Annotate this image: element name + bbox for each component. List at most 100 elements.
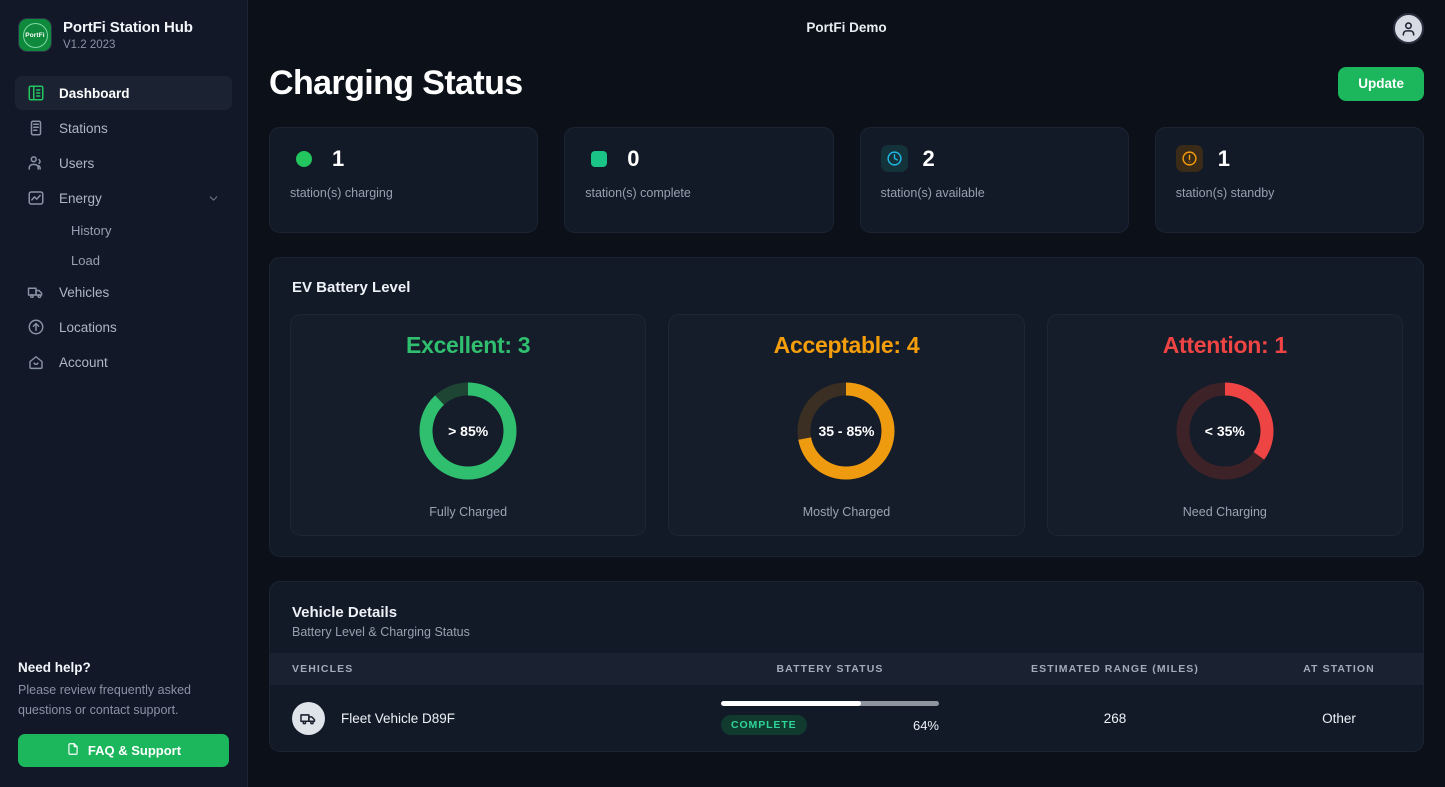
vehicle-details-subtitle: Battery Level & Charging Status — [292, 625, 1401, 639]
sidebar-subitem-load[interactable]: Load — [15, 245, 232, 275]
vehicle-details-header: Vehicle Details Battery Level & Charging… — [270, 582, 1423, 653]
vehicle-cell: Fleet Vehicle D89F — [292, 702, 685, 735]
sidebar-item-dashboard[interactable]: Dashboard — [15, 76, 232, 110]
topbar: PortFi Demo — [248, 0, 1445, 54]
stat-value: 0 — [627, 146, 639, 172]
update-button[interactable]: Update — [1338, 67, 1424, 101]
battery-progress-fill — [721, 701, 861, 706]
stat-icon-wrap — [881, 145, 908, 172]
users-icon — [27, 154, 45, 172]
dashboard-icon — [27, 84, 45, 102]
ev-battery-level-panel: EV Battery Level Excellent: 3 > 85% Full… — [269, 257, 1424, 557]
sidebar-subitem-label: Load — [71, 253, 100, 268]
app-root: PortFi PortFi Station Hub V1.2 2023 Dash… — [0, 0, 1445, 787]
sidebar-item-account[interactable]: Account — [15, 345, 232, 379]
faq-support-button[interactable]: FAQ & Support — [18, 734, 229, 767]
vehicle-name: Fleet Vehicle D89F — [341, 711, 455, 726]
faq-support-label: FAQ & Support — [88, 743, 181, 758]
vehicles-icon — [27, 283, 45, 301]
battery-card-head: Acceptable: 4 — [774, 332, 920, 359]
battery-card-acceptable[interactable]: Acceptable: 4 35 - 85% Mostly Charged — [668, 314, 1024, 536]
sidebar-item-label: Dashboard — [59, 86, 220, 101]
sidebar-item-label: Vehicles — [59, 285, 220, 300]
sidebar-subitem-history[interactable]: History — [15, 215, 232, 245]
chevron-down-icon[interactable] — [207, 192, 220, 205]
stations-icon — [27, 119, 45, 137]
column-header-vehicles: VEHICLES — [270, 663, 685, 675]
sidebar-item-users[interactable]: Users — [15, 146, 232, 180]
donut-label: < 35% — [1171, 377, 1279, 485]
column-header-battery-status: BATTERY STATUS — [685, 663, 975, 675]
donut-chart-excellent: > 85% — [414, 377, 522, 485]
portfi-logo-icon: PortFi — [18, 18, 52, 52]
logo-label: PortFi — [25, 32, 44, 39]
stat-card-complete[interactable]: 0 station(s) complete — [564, 127, 833, 233]
battery-sub-row: COMPLETE 64% — [721, 715, 939, 735]
brand-version: V1.2 2023 — [63, 39, 193, 51]
cell-at-station: Other — [1255, 711, 1423, 726]
help-body: Please review frequently asked questions… — [18, 681, 229, 720]
stat-top: 2 — [881, 145, 1108, 172]
brand: PortFi PortFi Station Hub V1.2 2023 — [0, 0, 247, 66]
sidebar-nav: Dashboard Stations Users Energy — [0, 76, 247, 379]
battery-card-foot: Mostly Charged — [803, 505, 891, 519]
document-icon — [66, 742, 80, 759]
stat-value: 1 — [1218, 146, 1230, 172]
help-title: Need help? — [18, 660, 229, 675]
page-title: Charging Status — [269, 64, 523, 103]
user-avatar-icon[interactable] — [1393, 13, 1424, 44]
stat-label: station(s) charging — [290, 186, 517, 200]
stat-label: station(s) standby — [1176, 186, 1403, 200]
ev-battery-level-title: EV Battery Level — [270, 258, 1423, 296]
donut-chart-acceptable: 35 - 85% — [792, 377, 900, 485]
energy-icon — [27, 189, 45, 207]
page-header: Charging Status Update — [248, 54, 1445, 103]
stat-top: 1 — [290, 145, 517, 172]
account-icon — [27, 353, 45, 371]
sidebar-item-stations[interactable]: Stations — [15, 111, 232, 145]
stat-value: 1 — [332, 146, 344, 172]
table-header-row: VEHICLES BATTERY STATUS ESTIMATED RANGE … — [270, 653, 1423, 685]
sidebar-item-vehicles[interactable]: Vehicles — [15, 275, 232, 309]
battery-status-cell: COMPLETE 64% — [685, 701, 975, 735]
battery-card-head: Excellent: 3 — [406, 332, 530, 359]
stat-card-standby[interactable]: 1 station(s) standby — [1155, 127, 1424, 233]
stat-card-available[interactable]: 2 station(s) available — [860, 127, 1129, 233]
sidebar: PortFi PortFi Station Hub V1.2 2023 Dash… — [0, 0, 248, 787]
cell-battery-status: COMPLETE 64% — [685, 701, 975, 735]
column-header-estimated-range: ESTIMATED RANGE (MILES) — [975, 663, 1255, 675]
donut-label: > 85% — [414, 377, 522, 485]
stat-label: station(s) available — [881, 186, 1108, 200]
sidebar-item-label: Stations — [59, 121, 220, 136]
locations-icon — [27, 318, 45, 336]
stat-card-charging[interactable]: 1 station(s) charging — [269, 127, 538, 233]
battery-card-foot: Need Charging — [1183, 505, 1267, 519]
battery-card-foot: Fully Charged — [429, 505, 507, 519]
clock-icon — [881, 145, 908, 172]
brand-title: PortFi Station Hub — [63, 19, 193, 36]
battery-card-head: Attention: 1 — [1163, 332, 1287, 359]
green-dot-icon — [290, 145, 317, 172]
stat-cards: 1 station(s) charging 0 station(s) compl… — [248, 103, 1445, 233]
sidebar-item-label: Locations — [59, 320, 220, 335]
stat-top: 1 — [1176, 145, 1403, 172]
topbar-title: PortFi Demo — [806, 20, 886, 35]
stat-icon-wrap — [1176, 145, 1203, 172]
sidebar-item-label: Energy — [59, 191, 193, 206]
sidebar-spacer — [0, 379, 247, 660]
sidebar-item-label: Users — [59, 156, 220, 171]
status-badge: COMPLETE — [721, 715, 807, 735]
sidebar-item-locations[interactable]: Locations — [15, 310, 232, 344]
donut-chart-attention: < 35% — [1171, 377, 1279, 485]
sidebar-item-energy[interactable]: Energy — [15, 181, 232, 215]
help-section: Need help? Please review frequently aske… — [0, 660, 247, 787]
table-row[interactable]: Fleet Vehicle D89F COMPLETE 64% — [270, 685, 1423, 751]
vehicle-details-table: VEHICLES BATTERY STATUS ESTIMATED RANGE … — [270, 653, 1423, 751]
battery-card-attention[interactable]: Attention: 1 < 35% Need Charging — [1047, 314, 1403, 536]
cell-vehicle: Fleet Vehicle D89F — [270, 702, 685, 735]
battery-percent-label: 64% — [913, 718, 939, 733]
battery-card-excellent[interactable]: Excellent: 3 > 85% Fully Charged — [290, 314, 646, 536]
sidebar-item-label: Account — [59, 355, 220, 370]
battery-cards: Excellent: 3 > 85% Fully Charged Accepta… — [270, 296, 1423, 556]
cell-estimated-range: 268 — [975, 711, 1255, 726]
